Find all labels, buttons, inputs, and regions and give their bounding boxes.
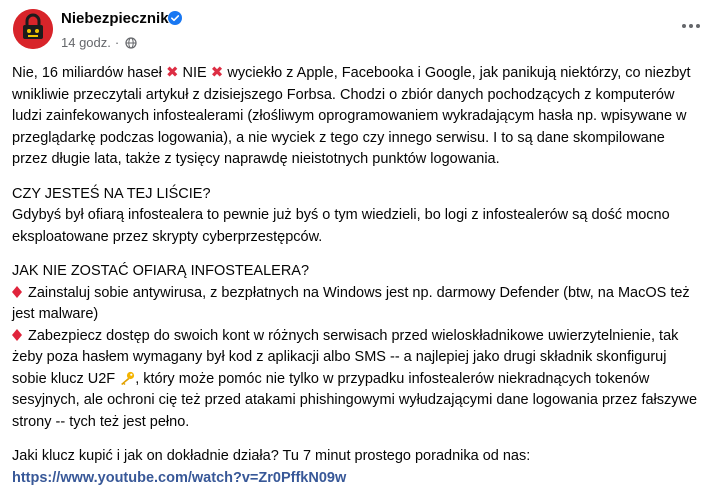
post-meta: 14 godz. · xyxy=(61,35,137,50)
post-paragraph-question2: JAK NIE ZOSTAĆ OFIARĄ INFOSTEALERA? Zain… xyxy=(12,261,702,433)
final-text: Jaki klucz kupić i jak on dokładnie dzia… xyxy=(12,448,531,464)
question1-text: Gdybyś był ofiarą infostealera to pewnie… xyxy=(12,207,670,245)
page-avatar[interactable] xyxy=(13,9,53,49)
post-paragraph-intro: Nie, 16 miliardów haseł ✖ NIE ✖ wyciekło… xyxy=(12,62,702,171)
post-header: Niebezpiecznik 14 godz. · xyxy=(0,0,726,60)
post-paragraph-question1: CZY JESTEŚ NA TEJ LIŚCIE? Gdybyś był ofi… xyxy=(12,184,702,249)
post-body: Nie, 16 miliardów haseł ✖ NIE ✖ wyciekło… xyxy=(12,62,702,502)
tip2-text-b: , który może pomóc nie tylko w przypadku… xyxy=(12,370,698,430)
globe-icon xyxy=(125,36,137,49)
page-name[interactable]: Niebezpiecznik xyxy=(61,10,169,27)
niebezpiecznik-logo-icon xyxy=(13,9,53,49)
red-diamond-icon xyxy=(12,328,22,341)
more-dot xyxy=(696,24,700,28)
youtube-link[interactable]: https://www.youtube.com/watch?v=Zr0PffkN… xyxy=(12,470,346,486)
question2-heading: JAK NIE ZOSTAĆ OFIARĄ INFOSTEALERA? xyxy=(12,263,310,279)
more-dot xyxy=(689,24,693,28)
tip1-text: Zainstaluj sobie antywirusa, z bezpłatny… xyxy=(12,284,690,323)
cross-mark-icon: ✖ xyxy=(210,64,224,81)
verified-badge-icon xyxy=(168,11,182,25)
question1-heading: CZY JESTEŚ NA TEJ LIŚCIE? xyxy=(12,185,211,202)
more-dot xyxy=(682,24,686,28)
key-icon xyxy=(121,371,135,385)
more-options-button[interactable] xyxy=(674,14,708,38)
meta-separator: · xyxy=(114,35,120,50)
cross-mark-icon: ✖ xyxy=(165,64,179,81)
post-paragraph-final: Jaki klucz kupić i jak on dokładnie dzia… xyxy=(12,446,702,489)
intro-text-a: Nie, 16 miliardów haseł xyxy=(12,65,162,81)
post-timestamp[interactable]: 14 godz. xyxy=(61,35,111,50)
intro-text-b: NIE xyxy=(182,65,207,81)
red-diamond-icon xyxy=(12,285,22,298)
